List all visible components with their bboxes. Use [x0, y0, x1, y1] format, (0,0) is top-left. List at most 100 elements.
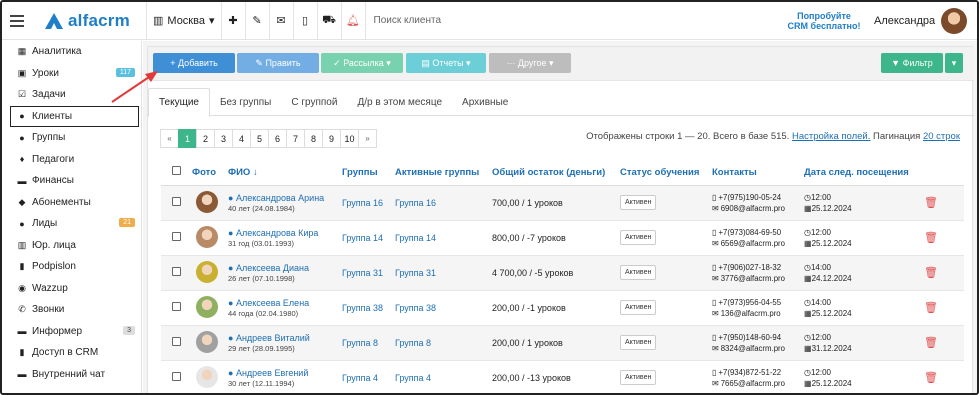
client-photo[interactable]: [196, 295, 218, 318]
email-link[interactable]: 6908@alfacrm.pro: [721, 204, 785, 213]
add-button[interactable]: + Добавить: [153, 53, 235, 73]
sidebar-item[interactable]: ▬ Информер 3: [2, 321, 141, 343]
other-button[interactable]: ··· Другое ▾: [489, 53, 571, 73]
wrench-icon[interactable]: ✎: [244, 2, 269, 40]
table-row[interactable]: ● Алексеева Диана 26 лет (07.10.1998) Груп…: [161, 255, 964, 291]
page-button[interactable]: 2: [196, 129, 215, 148]
page-button[interactable]: 8: [304, 129, 323, 148]
client-name-link[interactable]: ● Андреев Виталий: [228, 333, 339, 343]
active-group-link[interactable]: Группа 31: [395, 268, 436, 278]
row-checkbox[interactable]: [172, 372, 181, 381]
row-checkbox[interactable]: [172, 337, 181, 346]
group-link[interactable]: Группа 31: [342, 268, 383, 278]
phone-link[interactable]: +7(973)084-69-50: [718, 228, 781, 237]
sidebar-item[interactable]: ▥ Юр. лица: [2, 235, 141, 257]
filter-dropdown-button[interactable]: ▾: [945, 53, 963, 73]
phone-link[interactable]: +7(934)872-51-22: [718, 368, 781, 377]
filter-button[interactable]: ▼ Фильтр: [881, 53, 943, 73]
sidebar-item[interactable]: ▦ Аналитика: [2, 41, 141, 63]
page-button[interactable]: 3: [214, 129, 233, 148]
bell-icon[interactable]: 🔔︎: [340, 2, 365, 40]
trash-icon[interactable]: 🗑︎: [924, 302, 938, 314]
client-name-link[interactable]: ● Александрова Кира: [228, 228, 339, 238]
tab[interactable]: Текущие: [148, 88, 210, 117]
field-settings-link[interactable]: Настройка полей.: [792, 131, 870, 142]
avatar[interactable]: [941, 8, 968, 34]
prev-page-button[interactable]: «: [160, 129, 179, 148]
tab[interactable]: Без группы: [210, 88, 281, 116]
sidebar-item[interactable]: ◉ Wazzup: [2, 278, 141, 300]
phone-link[interactable]: +7(950)148-60-94: [718, 333, 781, 342]
trash-icon[interactable]: 🗑︎: [924, 337, 938, 349]
client-name-link[interactable]: ● Алексеева Диана: [228, 263, 339, 273]
trash-icon[interactable]: 🗑︎: [924, 197, 938, 209]
table-row[interactable]: ● Александрова Кира 31 год (03.01.1993) Гр…: [161, 220, 964, 256]
logo[interactable]: alfacrm: [44, 11, 146, 31]
page-button[interactable]: 6: [268, 129, 287, 148]
column-header[interactable]: Статус обучения: [617, 160, 709, 186]
trash-icon[interactable]: 🗑︎: [924, 232, 938, 244]
row-checkbox[interactable]: [172, 267, 181, 276]
sidebar-item[interactable]: ● Клиенты: [10, 105, 139, 127]
reports-button[interactable]: ▤ Отчеты ▾: [406, 53, 486, 73]
trash-icon[interactable]: 🗑︎: [924, 267, 938, 279]
user-menu[interactable]: Александра: [874, 2, 968, 40]
group-link[interactable]: Группа 8: [342, 338, 378, 348]
search-input[interactable]: [373, 15, 734, 26]
page-button[interactable]: 4: [232, 129, 251, 148]
edit-button[interactable]: ✎ Править: [237, 53, 319, 73]
client-photo[interactable]: [196, 365, 218, 388]
trash-icon[interactable]: 🗑︎: [924, 372, 938, 384]
sidebar-item[interactable]: ● Группы: [2, 127, 141, 149]
email-link[interactable]: 8324@alfacrm.pro: [721, 344, 785, 353]
table-row[interactable]: ● Александрова Арина 40 лет (24.08.1984) Г…: [161, 185, 964, 221]
pagination-size-link[interactable]: 20 строк: [923, 131, 960, 142]
page-button[interactable]: 1: [178, 129, 197, 148]
row-checkbox[interactable]: [172, 232, 181, 241]
client-photo[interactable]: [196, 190, 218, 213]
column-header[interactable]: Контакты: [709, 160, 801, 186]
row-checkbox[interactable]: [172, 197, 181, 206]
column-header[interactable]: Общий остаток (деньги): [489, 160, 617, 186]
active-group-link[interactable]: Группа 4: [395, 373, 431, 383]
sidebar-item[interactable]: ▬ Внутренний чат: [2, 364, 141, 386]
plus-icon[interactable]: ✚: [220, 2, 245, 40]
table-row[interactable]: ● Андреев Виталий 29 лет (28.09.1995) Груп…: [161, 325, 964, 361]
sidebar-item[interactable]: ♦ Педагоги: [2, 149, 141, 171]
sidebar-item[interactable]: ● Лиды 21: [2, 213, 141, 235]
sidebar-item[interactable]: ◆ Абонементы: [2, 192, 141, 214]
client-search[interactable]: [364, 2, 745, 40]
sidebar-item[interactable]: ▮ Podpislon: [2, 256, 141, 278]
client-photo[interactable]: [196, 330, 218, 353]
tab[interactable]: Д/р в этом месяце: [347, 88, 452, 116]
client-name[interactable]: Александрова Кира: [236, 228, 319, 238]
active-group-link[interactable]: Группа 38: [395, 303, 436, 313]
active-group-link[interactable]: Группа 16: [395, 198, 436, 208]
page-button[interactable]: 10: [340, 129, 359, 148]
column-header[interactable]: Группы: [339, 160, 392, 186]
row-checkbox[interactable]: [172, 302, 181, 311]
group-link[interactable]: Группа 4: [342, 373, 378, 383]
group-link[interactable]: Группа 16: [342, 198, 383, 208]
phone-link[interactable]: +7(973)956-04-55: [718, 298, 781, 307]
table-row[interactable]: ● Алексеева Елена 44 года (02.04.1980) Гру…: [161, 290, 964, 326]
client-name-link[interactable]: ● Алексеева Елена: [228, 298, 339, 308]
sidebar-item[interactable]: ▮ Доступ в CRM: [2, 342, 141, 364]
column-header[interactable]: ФИО ↓: [225, 160, 339, 186]
phone-link[interactable]: +7(975)190-05-24: [718, 193, 781, 202]
email-link[interactable]: 6569@alfacrm.pro: [721, 239, 785, 248]
group-link[interactable]: Группа 14: [342, 233, 383, 243]
client-photo[interactable]: [196, 260, 218, 283]
select-all-header[interactable]: [161, 160, 189, 186]
client-photo[interactable]: [196, 225, 218, 248]
tab[interactable]: С группой: [281, 88, 347, 116]
branch-selector[interactable]: ▥ Москва ▾: [147, 2, 221, 40]
sidebar-item[interactable]: ✆ Звонки: [2, 299, 141, 321]
menu-icon[interactable]: [10, 14, 24, 27]
client-name[interactable]: Андреев Виталий: [236, 333, 310, 343]
group-link[interactable]: Группа 38: [342, 303, 383, 313]
table-row[interactable]: ● Андреев Евгений 30 лет (12.11.1994) Груп…: [161, 360, 964, 393]
mail-icon[interactable]: ✉: [268, 2, 293, 40]
sidebar-item[interactable]: ▣ Уроки 117: [2, 63, 141, 85]
email-link[interactable]: 3776@alfacrm.pro: [721, 274, 785, 283]
